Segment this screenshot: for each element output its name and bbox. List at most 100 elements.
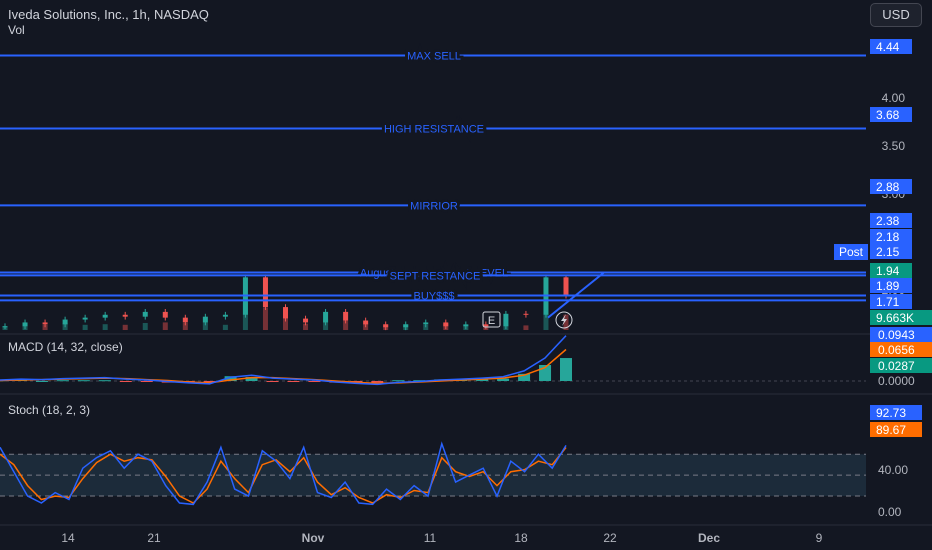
time-axis-tick-label: 14: [61, 531, 75, 545]
macd-histogram-bar: [560, 358, 572, 381]
time-axis-tick-label: 21: [147, 531, 161, 545]
macd-histogram-bar: [119, 381, 132, 382]
macd-macd-value-label[interactable]: 0.0943: [870, 327, 932, 342]
candle: [62, 319, 68, 325]
stoch-legend[interactable]: Stoch (18, 2, 3): [8, 403, 90, 417]
candle: [262, 277, 268, 308]
price-axis-label-text: 2.18: [876, 230, 900, 244]
level-line-label: SEPT RESTANCE: [390, 270, 481, 282]
volume-bar: [162, 322, 168, 330]
chart-canvas[interactable]: MAX SELLHIGH RESISTANCEMIRRIORAugust LIM…: [0, 0, 932, 550]
candle: [102, 314, 108, 318]
candle: [2, 326, 8, 328]
macd-histogram-bar: [56, 380, 69, 382]
price-axis-label-text: 2.88: [876, 180, 900, 194]
price-axis-label[interactable]: 2.38: [870, 213, 912, 228]
candle: [503, 313, 509, 327]
price-axis-tick-label: 4.00: [882, 91, 906, 105]
chart-workspace[interactable]: MAX SELL HIGH RESISTANCE MIRRIOR August LIM…: [0, 0, 932, 550]
volume-value-label[interactable]: 9.663K: [870, 310, 932, 325]
candle: [323, 311, 329, 323]
candle: [343, 311, 349, 321]
macd-histogram-bar: [266, 381, 279, 382]
candle: [303, 318, 309, 323]
price-axis-label[interactable]: 2.18: [870, 229, 912, 244]
macd-signal-value-label[interactable]: 0.0656: [870, 342, 932, 357]
stoch-k-value-label[interactable]: 92.73: [870, 405, 922, 420]
macd-histogram-bar: [98, 380, 111, 382]
stoch-value-text: 89.67: [876, 423, 906, 437]
macd-histogram-bar: [392, 380, 405, 382]
price-axis-label[interactable]: 1.94: [870, 263, 912, 278]
level-line-label: MAX SELL: [407, 51, 461, 63]
stoch-d-value-label[interactable]: 89.67: [870, 422, 922, 437]
macd-value-text: 0.0943: [878, 328, 915, 342]
time-axis-tick-label: 9: [816, 531, 823, 545]
price-axis-label[interactable]: 2.15: [870, 244, 912, 259]
level-line-label: MIRRIOR: [410, 200, 458, 212]
price-axis-label[interactable]: 1.71: [870, 294, 912, 309]
candle: [222, 314, 228, 317]
currency-button[interactable]: USD: [870, 3, 922, 27]
price-axis-label[interactable]: 4.44: [870, 39, 912, 54]
price-axis-label-text: 1.71: [876, 295, 900, 309]
volume-bar: [142, 323, 148, 330]
candle: [22, 322, 28, 327]
macd-histogram-bar: [140, 381, 153, 382]
stoch-value-text: 92.73: [876, 406, 906, 420]
post-market-tag-text: Post: [839, 245, 864, 259]
volume-bar: [222, 324, 228, 330]
candle: [142, 311, 148, 317]
macd-value-text: 0.0656: [878, 343, 915, 357]
candle: [363, 320, 369, 325]
candle: [202, 316, 208, 323]
macd-histogram-value-label[interactable]: 0.0287: [870, 358, 932, 373]
time-axis-tick-label: 11: [424, 531, 437, 545]
time-axis-tick-label: Dec: [698, 531, 720, 545]
volume-bar: [102, 324, 108, 330]
candle: [82, 317, 88, 320]
macd-histogram-bar: [371, 381, 384, 383]
price-axis-label[interactable]: 3.68: [870, 107, 912, 122]
candle: [423, 322, 429, 325]
macd-histogram-bar: [77, 380, 90, 382]
price-axis-label-text: 2.15: [876, 245, 900, 259]
price-axis-tick-label: 3.50: [882, 139, 906, 153]
price-axis-label-text: 1.89: [876, 279, 900, 293]
candle: [122, 314, 128, 317]
price-axis-label[interactable]: 1.89: [870, 278, 912, 293]
volume-value-text: 9.663K: [876, 311, 914, 325]
stoch-axis-tick-label: 0.00: [878, 505, 902, 519]
post-market-tag[interactable]: Post: [834, 244, 868, 260]
candle: [283, 307, 288, 319]
volume-bar: [262, 307, 268, 330]
candle: [403, 324, 409, 328]
candle: [162, 311, 168, 318]
volume-bar: [122, 324, 128, 330]
macd-value-text: 0.0287: [878, 359, 915, 373]
price-axis-label-text: 2.38: [876, 214, 900, 228]
candle: [383, 324, 389, 328]
candle: [182, 317, 188, 323]
time-axis-tick-label: Nov: [302, 531, 325, 545]
volume-bar: [523, 325, 529, 330]
candle: [443, 322, 449, 327]
event-badge-letter: E: [488, 315, 495, 327]
price-axis-label-text: 1.94: [876, 264, 900, 278]
price-axis-label[interactable]: 2.88: [870, 179, 912, 194]
candle: [563, 277, 569, 296]
time-axis-tick-label: 22: [603, 531, 617, 545]
volume-legend[interactable]: Vol: [8, 23, 25, 37]
time-axis-tick-label: 18: [514, 531, 528, 545]
candle: [42, 322, 48, 325]
price-axis-label-text: 4.44: [876, 40, 900, 54]
macd-histogram-bar: [35, 381, 48, 382]
candle: [463, 324, 469, 327]
macd-histogram-bar: [287, 381, 300, 382]
price-axis-label-text: 3.68: [876, 108, 900, 122]
macd-legend[interactable]: MACD (14, 32, close): [8, 340, 123, 354]
symbol-title[interactable]: Iveda Solutions, Inc., 1h, NASDAQ: [8, 7, 209, 22]
macd-axis-tick-label: 0.0000: [878, 374, 915, 388]
level-line-label: HIGH RESISTANCE: [384, 124, 484, 136]
stoch-axis-tick-label: 40.00: [878, 463, 908, 477]
